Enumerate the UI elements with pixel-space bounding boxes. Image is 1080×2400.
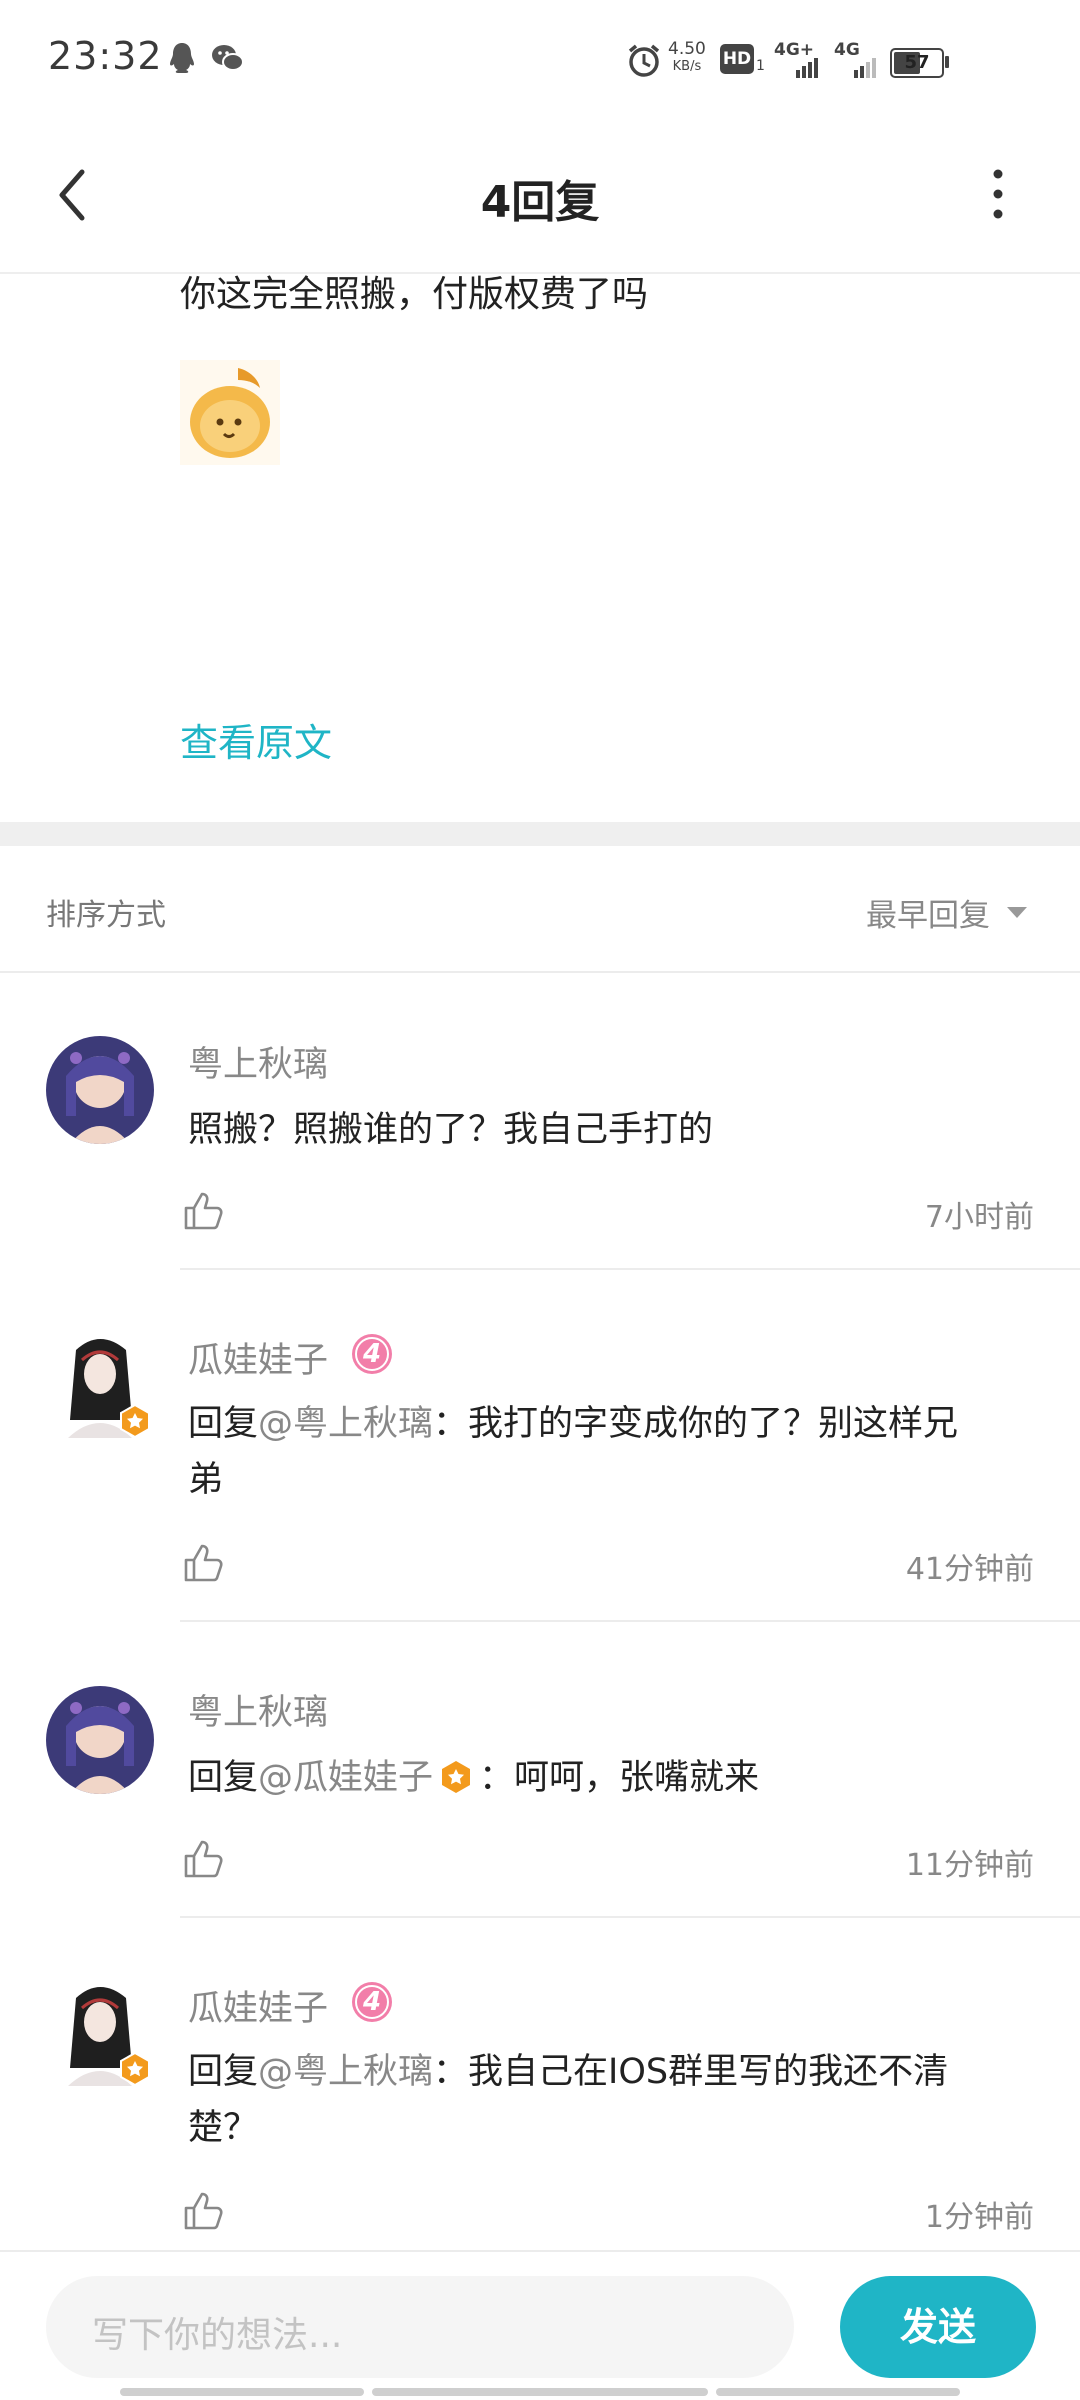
- like-icon[interactable]: [182, 1188, 226, 1232]
- comment-time: 41分钟前: [905, 1552, 1034, 1587]
- comment-author[interactable]: 瓜娃娃子: [188, 1332, 328, 1383]
- comment-item: 粤上秋璃 回复@瓜娃娃子 ：呵呵，张嘴就来 11分钟前: [0, 1622, 1080, 1918]
- top-app-bar: 4回复: [0, 120, 1080, 274]
- battery-level: 57: [904, 52, 930, 73]
- vip-badge-icon: [120, 1404, 150, 1438]
- reply-body: ：我自己在IOS群里写的我还不清: [433, 2052, 949, 2092]
- comment-text: 照搬？照搬谁的了？我自己手打的: [188, 1110, 714, 1150]
- reply-prefix: 回复: [188, 2052, 259, 2092]
- vip-badge-icon: [120, 2052, 150, 2086]
- network-speed-unit: KB/s: [672, 59, 702, 74]
- level-number: 4: [362, 1987, 382, 2017]
- level-badge: 4: [350, 1980, 394, 2024]
- page-title: 4回复: [480, 177, 600, 228]
- reply-mention[interactable]: @粤上秋璃: [258, 1404, 433, 1444]
- hd-icon: HD: [720, 44, 754, 74]
- signal-icon: [796, 58, 818, 78]
- sticker-image: [180, 360, 280, 465]
- vip-badge-icon: [442, 1761, 471, 1793]
- reply-body-continued: 弟: [188, 1460, 224, 1500]
- signal-icon-2: [854, 58, 876, 78]
- comment-text: 回复@粤上秋璃：我打的字变成你的了？别这样兄 弟: [188, 1396, 1058, 1508]
- reply-body: ：我打的字变成你的了？别这样兄: [433, 1404, 959, 1444]
- comment-author[interactable]: 粤上秋璃: [188, 1684, 328, 1735]
- sim1-type: 4G+: [774, 40, 815, 60]
- gesture-bar-left: [120, 2388, 364, 2396]
- status-time: 23:32: [48, 34, 163, 78]
- network-speed-value: 4.50: [668, 39, 706, 59]
- comment-input-placeholder[interactable]: 写下你的想法...: [92, 2306, 342, 2358]
- send-button[interactable]: 发送: [840, 2276, 1036, 2378]
- qq-icon: [170, 43, 194, 73]
- comment-text: 回复@瓜娃娃子 ：呵呵，张嘴就来: [188, 1750, 1058, 1806]
- comment-author[interactable]: 瓜娃娃子: [188, 1980, 328, 2031]
- status-bar: 23:32 4.50 KB/s HD 1 4G+ 4G 57: [0, 0, 1080, 120]
- original-post-text: 你这完全照搬，付版权费了吗: [180, 274, 649, 315]
- battery-icon: 57: [890, 48, 944, 78]
- comment-time: 11分钟前: [905, 1848, 1034, 1883]
- level-number: 4: [362, 1339, 382, 1369]
- reply-prefix: 回复: [188, 1758, 259, 1798]
- comment-item: 瓜娃娃子 4 回复@粤上秋璃：我自己在IOS群里写的我还不清 楚？ 1分钟前: [0, 1918, 1080, 2250]
- reply-body: ：呵呵，张嘴就来: [479, 1758, 760, 1798]
- like-icon[interactable]: [182, 1540, 226, 1584]
- user-avatar[interactable]: [46, 1686, 154, 1794]
- user-avatar[interactable]: [46, 1036, 154, 1144]
- gesture-bar-right: [716, 2388, 960, 2396]
- reply-prefix: 回复: [188, 1404, 259, 1444]
- hd-sub: 1: [756, 58, 765, 74]
- more-vertical-icon[interactable]: [978, 158, 1018, 230]
- alarm-icon: [628, 44, 660, 77]
- comment-item: 瓜娃娃子 4 回复@粤上秋璃：我打的字变成你的了？别这样兄 弟 41分钟前: [0, 1270, 1080, 1622]
- comment-time: 7小时前: [924, 1200, 1034, 1235]
- like-icon[interactable]: [182, 2188, 226, 2232]
- sim2-type: 4G: [834, 40, 860, 60]
- caret-down-icon[interactable]: [1005, 904, 1029, 920]
- view-original-link[interactable]: 查看原文: [180, 712, 332, 767]
- sort-label: 排序方式: [46, 898, 166, 933]
- composer-divider: [0, 2250, 1080, 2252]
- comment-author[interactable]: 粤上秋璃: [188, 1036, 328, 1087]
- comment-time: 1分钟前: [924, 2200, 1034, 2235]
- level-badge: 4: [350, 1332, 394, 1376]
- sort-dropdown[interactable]: 最早回复: [866, 890, 990, 935]
- gesture-bar-center: [372, 2388, 708, 2396]
- comment-text: 回复@粤上秋璃：我自己在IOS群里写的我还不清 楚？: [188, 2044, 1058, 2156]
- reply-mention[interactable]: @粤上秋璃: [258, 2052, 433, 2092]
- reply-mention[interactable]: @瓜娃娃子: [258, 1758, 433, 1798]
- comment-item: 粤上秋璃 照搬？照搬谁的了？我自己手打的 7小时前: [0, 974, 1080, 1270]
- network-speed: 4.50 KB/s: [668, 40, 706, 76]
- divider: [0, 971, 1080, 973]
- section-divider: [0, 822, 1080, 846]
- wechat-icon: [212, 45, 244, 71]
- reply-body-continued: 楚？: [188, 2108, 259, 2148]
- battery-tip: [945, 56, 949, 68]
- like-icon[interactable]: [182, 1836, 226, 1880]
